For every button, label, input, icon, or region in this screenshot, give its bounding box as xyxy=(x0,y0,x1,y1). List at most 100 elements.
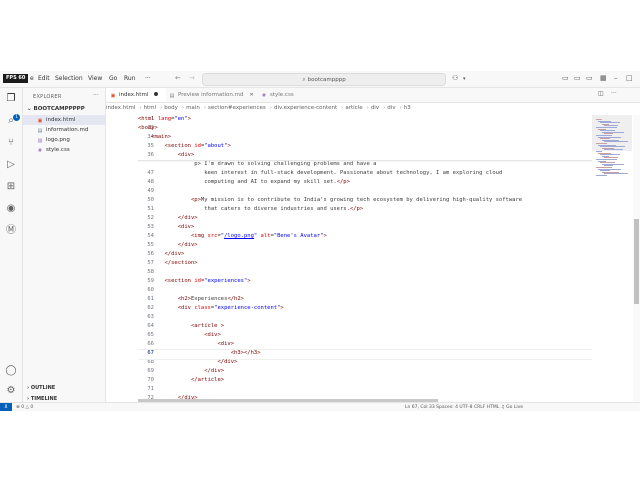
back-arrow-icon[interactable]: ← xyxy=(175,74,181,82)
code-editor[interactable]: 1 12 34 35 36 47 48 49 50 51 52 53 54 55 56 57 58 59 60 61 6… xyxy=(106,115,592,402)
chevron-right-icon: › xyxy=(269,105,273,111)
folder-root[interactable]: ⌄ BOOTCAMPPPPP xyxy=(27,106,85,112)
remote-explorer-icon[interactable]: ◉ xyxy=(5,203,17,215)
menu-selection[interactable]: Selection xyxy=(55,75,83,82)
minimap-line xyxy=(596,175,607,176)
customize-layout-icon[interactable]: ▦ xyxy=(600,74,607,82)
code-line[interactable]: <div> xyxy=(138,331,221,340)
breadcrumb-item[interactable]: main xyxy=(186,105,200,111)
code-line[interactable]: </article> xyxy=(138,376,224,385)
toggle-panel-icon[interactable]: ▭ xyxy=(574,74,581,82)
breadcrumb-item[interactable]: body xyxy=(164,105,178,111)
editor-status[interactable]: Ln 67, Col 33 Spaces: 4 UTF-8 CRLF HTML … xyxy=(405,403,523,411)
code-line[interactable]: <img src="/logo.png" alt="Bene's Avatar"… xyxy=(138,232,327,241)
markdown-extension-icon[interactable]: Ⓜ xyxy=(5,225,17,237)
code-line[interactable]: </section> xyxy=(138,259,198,268)
breadcrumb-item[interactable]: html xyxy=(144,105,157,111)
vertical-scroll-thumb[interactable] xyxy=(634,219,639,304)
outline-section[interactable]: › OUTLINE xyxy=(27,385,55,391)
chevron-right-icon: › xyxy=(341,105,344,111)
breadcrumb-item[interactable]: div xyxy=(371,105,379,111)
explorer-icon[interactable]: ❐ xyxy=(5,93,17,105)
code-line[interactable]: <p>My mission is to contribute to India'… xyxy=(138,196,522,205)
minimap[interactable] xyxy=(592,115,632,402)
code-line[interactable]: keen interest in full-stack development.… xyxy=(138,169,502,178)
code-line[interactable]: <div class="experience-content"> xyxy=(138,304,284,313)
copilot-dropdown-icon[interactable]: ▾ xyxy=(463,76,466,82)
menu-go[interactable]: Go xyxy=(109,75,117,82)
minimize-icon[interactable]: – xyxy=(614,74,618,82)
toggle-sidebar-icon[interactable]: ▭ xyxy=(562,74,569,82)
sticky-scroll-line[interactable]: <body> xyxy=(138,124,158,133)
outline-label: OUTLINE xyxy=(30,385,56,391)
settings-gear-icon[interactable]: ⚙ xyxy=(5,385,17,397)
css-file-icon: # xyxy=(261,93,267,99)
tab-preview-information-md[interactable]: ▤ Preview information.md ✕ xyxy=(167,88,257,102)
toggle-secondary-sidebar-icon[interactable]: ▭ xyxy=(586,74,593,82)
activity-bar: ❐ 1 ⌕ ⑂ ▷ ⊞ ◉ Ⓜ ◯ ⚙ xyxy=(0,88,23,411)
tab-label: index.html xyxy=(119,92,149,98)
code-area[interactable]: <html lang="en"> <body> <main> <section i… xyxy=(138,115,592,402)
breadcrumb-item[interactable]: div xyxy=(387,105,395,111)
breadcrumb-item[interactable]: article xyxy=(345,105,362,111)
close-icon[interactable]: ✕ xyxy=(250,92,254,98)
vscode-window: FPS 60 e Edit Selection View Go Run ··· … xyxy=(0,71,640,411)
breadcrumb-item[interactable]: index.html xyxy=(106,105,135,111)
search-icon[interactable]: ⌕ xyxy=(5,115,17,127)
sticky-scroll-line[interactable]: <section id="about"> xyxy=(138,142,231,151)
sticky-scroll-line[interactable]: <html lang="en"> xyxy=(138,115,191,124)
file-label: logo.png xyxy=(46,137,70,143)
code-line[interactable]: that caters to diverse industries and us… xyxy=(138,205,363,214)
copilot-icon[interactable]: ⚇ xyxy=(452,74,458,82)
vertical-scrollbar[interactable] xyxy=(633,115,640,402)
code-line[interactable]: <h2>Experiences</h2> xyxy=(138,295,244,304)
menu-run[interactable]: Run xyxy=(124,75,136,82)
chevron-right-icon: › xyxy=(203,105,207,111)
file-logo-png[interactable]: ▨ logo.png xyxy=(37,135,105,145)
tab-style-css[interactable]: # style.css xyxy=(259,88,311,102)
account-icon[interactable]: ◯ xyxy=(5,365,17,377)
menu-view[interactable]: View xyxy=(88,75,102,82)
breadcrumb-item[interactable]: h3 xyxy=(404,105,411,111)
menu-file[interactable]: e xyxy=(30,75,34,82)
remote-indicator-icon[interactable]: ⊻ xyxy=(0,403,12,411)
extensions-icon[interactable]: ⊞ xyxy=(5,181,17,193)
file-information-md[interactable]: ▤ information.md xyxy=(37,125,105,135)
menu-edit[interactable]: Edit xyxy=(38,75,50,82)
explorer-more-icon[interactable]: ··· xyxy=(93,92,99,99)
editor-more-icon[interactable]: ··· xyxy=(611,90,617,97)
code-line[interactable]: computing and AI to expand my skill set.… xyxy=(138,178,350,187)
source-control-icon[interactable]: ⑂ xyxy=(5,137,17,149)
command-center[interactable]: ⌕ bootcampppp xyxy=(202,73,446,86)
file-index-html[interactable]: ▣ index.html xyxy=(23,115,105,125)
search-icon: ⌕ xyxy=(302,76,306,83)
menu-more[interactable]: ··· xyxy=(145,75,151,82)
code-line[interactable]: <div> xyxy=(138,340,234,349)
title-bar: FPS 60 e Edit Selection View Go Run ··· … xyxy=(0,71,640,88)
file-style-css[interactable]: # style.css xyxy=(37,145,105,155)
minimap-line xyxy=(604,173,628,175)
split-editor-icon[interactable]: ◫ xyxy=(598,90,604,97)
forward-arrow-icon[interactable]: → xyxy=(189,74,195,82)
tab-index-html[interactable]: ▣ index.html xyxy=(106,88,166,102)
code-line[interactable]: <div> xyxy=(138,223,195,232)
code-line[interactable]: </div> xyxy=(138,241,198,250)
run-debug-icon[interactable]: ▷ xyxy=(5,159,17,171)
maximize-icon[interactable]: □ xyxy=(626,74,633,82)
sticky-scroll-line[interactable]: <div> xyxy=(138,151,195,160)
code-line[interactable]: </div> xyxy=(138,358,237,367)
status-bar: ⊻ ⊗ 0 △ 0 Ln 67, Col 33 Spaces: 4 UTF-8 … xyxy=(0,402,640,411)
code-line[interactable]: <article > xyxy=(138,322,224,331)
html-file-icon: ▣ xyxy=(110,93,116,99)
code-line[interactable]: <section id="experiences"> xyxy=(138,277,251,286)
breadcrumb-item[interactable]: section#experiences xyxy=(208,105,266,111)
sticky-scroll-line[interactable]: <main> xyxy=(138,133,171,142)
unsaved-dot-icon[interactable] xyxy=(154,92,159,96)
code-line[interactable]: </div> xyxy=(138,250,185,259)
breadcrumb-item[interactable]: div.experience-content xyxy=(274,105,337,111)
code-line[interactable]: </div> xyxy=(138,214,198,223)
file-label: style.css xyxy=(46,147,70,153)
code-line[interactable]: </div> xyxy=(138,367,224,376)
code-line[interactable]: <h3></h3> xyxy=(138,349,261,358)
problems-status[interactable]: ⊗ 0 △ 0 xyxy=(16,403,33,411)
